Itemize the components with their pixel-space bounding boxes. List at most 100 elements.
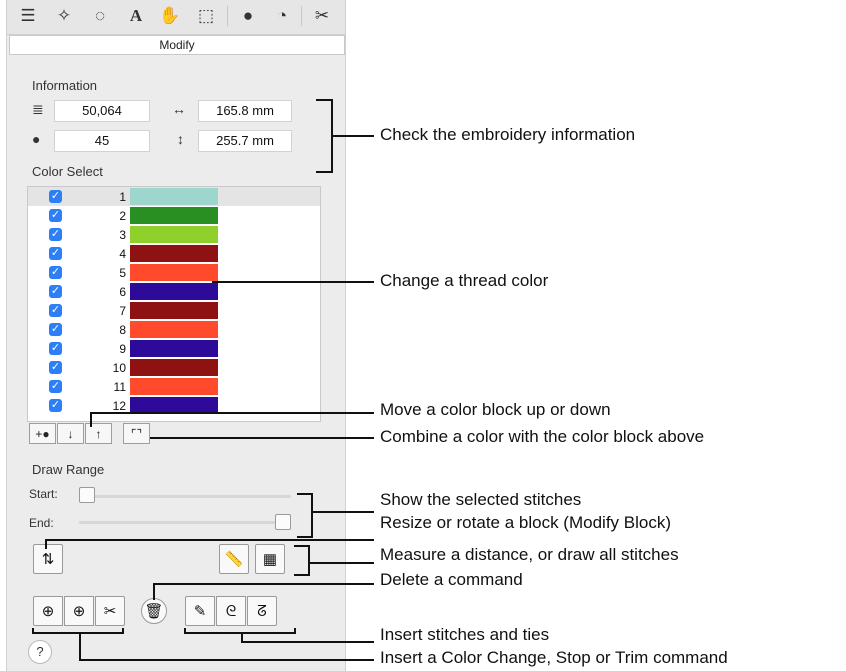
top-toolbar: ☰ ✧ ◌ A ✋ ⬚ ● ◔ ✂ xyxy=(7,0,345,35)
color-swatch[interactable] xyxy=(130,359,218,376)
annotation-resize-rotate: Resize or rotate a block (Modify Block) xyxy=(380,513,671,532)
color-number: 3 xyxy=(119,228,126,242)
stitch-count-icon: ≣ xyxy=(32,101,44,117)
insert-color-change-button[interactable]: ⊕ xyxy=(33,596,63,626)
color-row[interactable]: ✓ 6 xyxy=(28,282,320,301)
end-label: End: xyxy=(29,516,54,530)
color-checkbox[interactable]: ✓ xyxy=(49,247,62,260)
start-slider-track[interactable] xyxy=(79,495,291,498)
color-swatch[interactable] xyxy=(130,302,218,319)
combine-color-button[interactable]: +● xyxy=(29,423,56,444)
end-slider-thumb[interactable] xyxy=(275,514,291,530)
color-checkbox[interactable]: ✓ xyxy=(49,209,62,222)
color-checkbox[interactable]: ✓ xyxy=(49,190,62,203)
height-field: 255.7 mm xyxy=(198,130,292,152)
color-swatch[interactable] xyxy=(130,340,218,357)
color-checkbox[interactable]: ✓ xyxy=(49,380,62,393)
color-number: 1 xyxy=(119,190,126,204)
color-checkbox[interactable]: ✓ xyxy=(49,323,62,336)
color-number: 6 xyxy=(119,285,126,299)
color-row[interactable]: ✓ 10 xyxy=(28,358,320,377)
color-swatch[interactable] xyxy=(130,321,218,338)
color-checkbox[interactable]: ✓ xyxy=(49,228,62,241)
merge-above-button[interactable]: ⌜⌝ xyxy=(123,423,150,444)
palette-hand-icon[interactable]: ✋ xyxy=(157,4,183,28)
width-field: 165.8 mm xyxy=(198,100,292,122)
height-arrow-icon: ↕ xyxy=(177,131,184,147)
annotation-delete: Delete a command xyxy=(380,570,523,589)
color-swatch[interactable] xyxy=(130,264,218,281)
layers-icon[interactable]: ☰ xyxy=(15,4,41,28)
color-row[interactable]: ✓ 5 xyxy=(28,263,320,282)
color-number: 2 xyxy=(119,209,126,223)
insert-stop-button[interactable]: ⊕ xyxy=(64,596,94,626)
annotation-check-info: Check the embroidery information xyxy=(380,125,636,144)
tie-out-button[interactable]: ᘔ xyxy=(247,596,277,626)
help-button[interactable]: ? xyxy=(28,640,52,664)
end-slider-track[interactable] xyxy=(79,521,291,524)
measure-ruler-button[interactable]: 📏 xyxy=(219,544,249,574)
modify-block-button[interactable]: ⇅ xyxy=(33,544,63,574)
color-swatch[interactable] xyxy=(130,378,218,395)
color-row[interactable]: ✓ 2 xyxy=(28,206,320,225)
color-number: 12 xyxy=(112,399,126,413)
color-row[interactable]: ✓ 3 xyxy=(28,225,320,244)
annotation-measure: Measure a distance, or draw all stitches xyxy=(380,545,679,564)
color-number: 11 xyxy=(113,380,126,394)
color-swatch[interactable] xyxy=(130,245,218,262)
scissors-icon[interactable]: ✂ xyxy=(309,4,335,28)
color-swatch[interactable] xyxy=(130,226,218,243)
color-select-heading: Color Select xyxy=(32,164,103,179)
color-list[interactable]: ✓ 1 ✓ 2 ✓ 3 ✓ 4 ✓ 5 ✓ 6 ✓ 7 ✓ 8 ✓ 9 ✓ 10 ✓ 11 ✓ 12 xyxy=(27,186,321,422)
palette-icon: ● xyxy=(32,131,41,147)
insert-stitch-button[interactable]: ✎ xyxy=(185,596,215,626)
color-number: 7 xyxy=(119,304,126,318)
color-row[interactable]: ✓ 1 xyxy=(28,187,320,206)
color-checkbox[interactable]: ✓ xyxy=(49,399,62,412)
insert-trim-button[interactable]: ✂ xyxy=(95,596,125,626)
color-checkbox[interactable]: ✓ xyxy=(49,304,62,317)
frame-icon[interactable]: ⬚ xyxy=(193,4,219,28)
color-checkbox[interactable]: ✓ xyxy=(49,361,62,374)
toolbar-divider xyxy=(227,6,228,26)
clock-icon[interactable]: ◔ xyxy=(269,4,295,28)
width-arrow-icon: ↔ xyxy=(172,101,186,117)
move-down-button[interactable]: ↓ xyxy=(57,423,84,444)
color-row[interactable]: ✓ 4 xyxy=(28,244,320,263)
color-count-field: 45 xyxy=(54,130,150,152)
draw-all-stitches-button[interactable]: ▦ xyxy=(255,544,285,574)
color-row[interactable]: ✓ 7 xyxy=(28,301,320,320)
draw-range-heading: Draw Range xyxy=(32,462,105,477)
tab-modify[interactable]: Modify xyxy=(9,35,345,55)
color-swatch[interactable] xyxy=(130,188,218,205)
start-slider-thumb[interactable] xyxy=(79,487,95,503)
color-checkbox[interactable]: ✓ xyxy=(49,342,62,355)
color-swatch[interactable] xyxy=(130,283,218,300)
text-icon[interactable]: A xyxy=(123,4,149,28)
annotation-insert-stitches: Insert stitches and ties xyxy=(380,625,550,644)
filled-circle-icon[interactable]: ● xyxy=(235,4,261,28)
toolbar-divider xyxy=(301,6,302,26)
stitch-count-field: 50,064 xyxy=(54,100,150,122)
start-label: Start: xyxy=(29,487,58,501)
color-number: 10 xyxy=(112,361,126,375)
color-number: 8 xyxy=(119,323,126,337)
color-number: 4 xyxy=(119,247,126,261)
annotation-insert-commands: Insert a Color Change, Stop or Trim comm… xyxy=(380,648,728,667)
color-row[interactable]: ✓ 8 xyxy=(28,320,320,339)
color-swatch[interactable] xyxy=(130,207,218,224)
color-number: 5 xyxy=(119,266,126,280)
annotation-combine: Combine a color with the color block abo… xyxy=(380,427,705,446)
color-checkbox[interactable]: ✓ xyxy=(49,266,62,279)
information-heading: Information xyxy=(32,78,98,93)
color-row[interactable]: ✓ 9 xyxy=(28,339,320,358)
annotation-change-thread: Change a thread color xyxy=(380,271,549,290)
annotation-show-selected: Show the selected stitches xyxy=(380,490,582,509)
color-row[interactable]: ✓ 11 xyxy=(28,377,320,396)
sparkle-icon[interactable]: ✧ xyxy=(51,4,77,28)
annotation-move-block: Move a color block up or down xyxy=(380,400,611,419)
dotted-circle-icon[interactable]: ◌ xyxy=(87,4,113,28)
tie-in-button[interactable]: ᘓ xyxy=(216,596,246,626)
color-checkbox[interactable]: ✓ xyxy=(49,285,62,298)
delete-command-button[interactable]: 🗑 xyxy=(141,598,167,624)
